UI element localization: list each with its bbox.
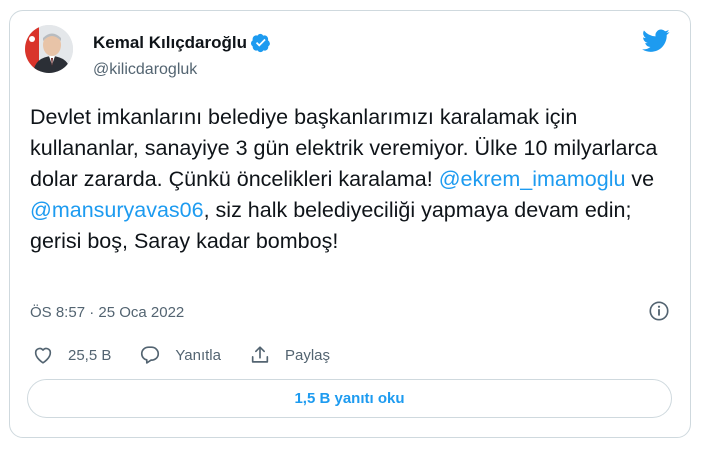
mention-link[interactable]: @mansuryavas06 [30, 198, 204, 222]
tweet-text: Devlet imkanlarını belediye başkanlarımı… [30, 102, 670, 257]
twitter-bird-icon[interactable] [642, 29, 670, 53]
reply-label: Yanıtla [175, 346, 221, 364]
info-icon[interactable] [648, 300, 670, 322]
tweet-card: Kemal Kılıçdaroğlu @kilicdarogluk Devlet… [9, 10, 691, 438]
mention-link[interactable]: @ekrem_imamoglu [439, 167, 626, 191]
action-bar: 25,5 B Yanıtla Paylaş [32, 344, 358, 366]
author-name-row: Kemal Kılıçdaroğlu [93, 33, 271, 53]
tweet-timestamp[interactable]: ÖS 8:57 · 25 Oca 2022 [30, 304, 184, 321]
tweet-text-part: ve [625, 167, 661, 191]
avatar-image [25, 25, 73, 73]
reply-bubble-icon [141, 346, 160, 364]
heart-icon [34, 347, 52, 364]
like-count: 25,5 B [68, 346, 112, 364]
reply-button[interactable]: Yanıtla [139, 344, 221, 366]
share-icon [251, 346, 269, 363]
author-handle[interactable]: @kilicdarogluk [93, 61, 197, 79]
share-button[interactable]: Paylaş [249, 344, 330, 366]
author-name[interactable]: Kemal Kılıçdaroğlu [93, 33, 247, 53]
like-button[interactable]: 25,5 B [32, 344, 111, 366]
read-replies-button[interactable]: 1,5 B yanıtı oku [27, 379, 672, 418]
avatar[interactable] [25, 25, 73, 73]
share-label: Paylaş [284, 346, 330, 364]
verified-badge-icon [250, 33, 270, 53]
